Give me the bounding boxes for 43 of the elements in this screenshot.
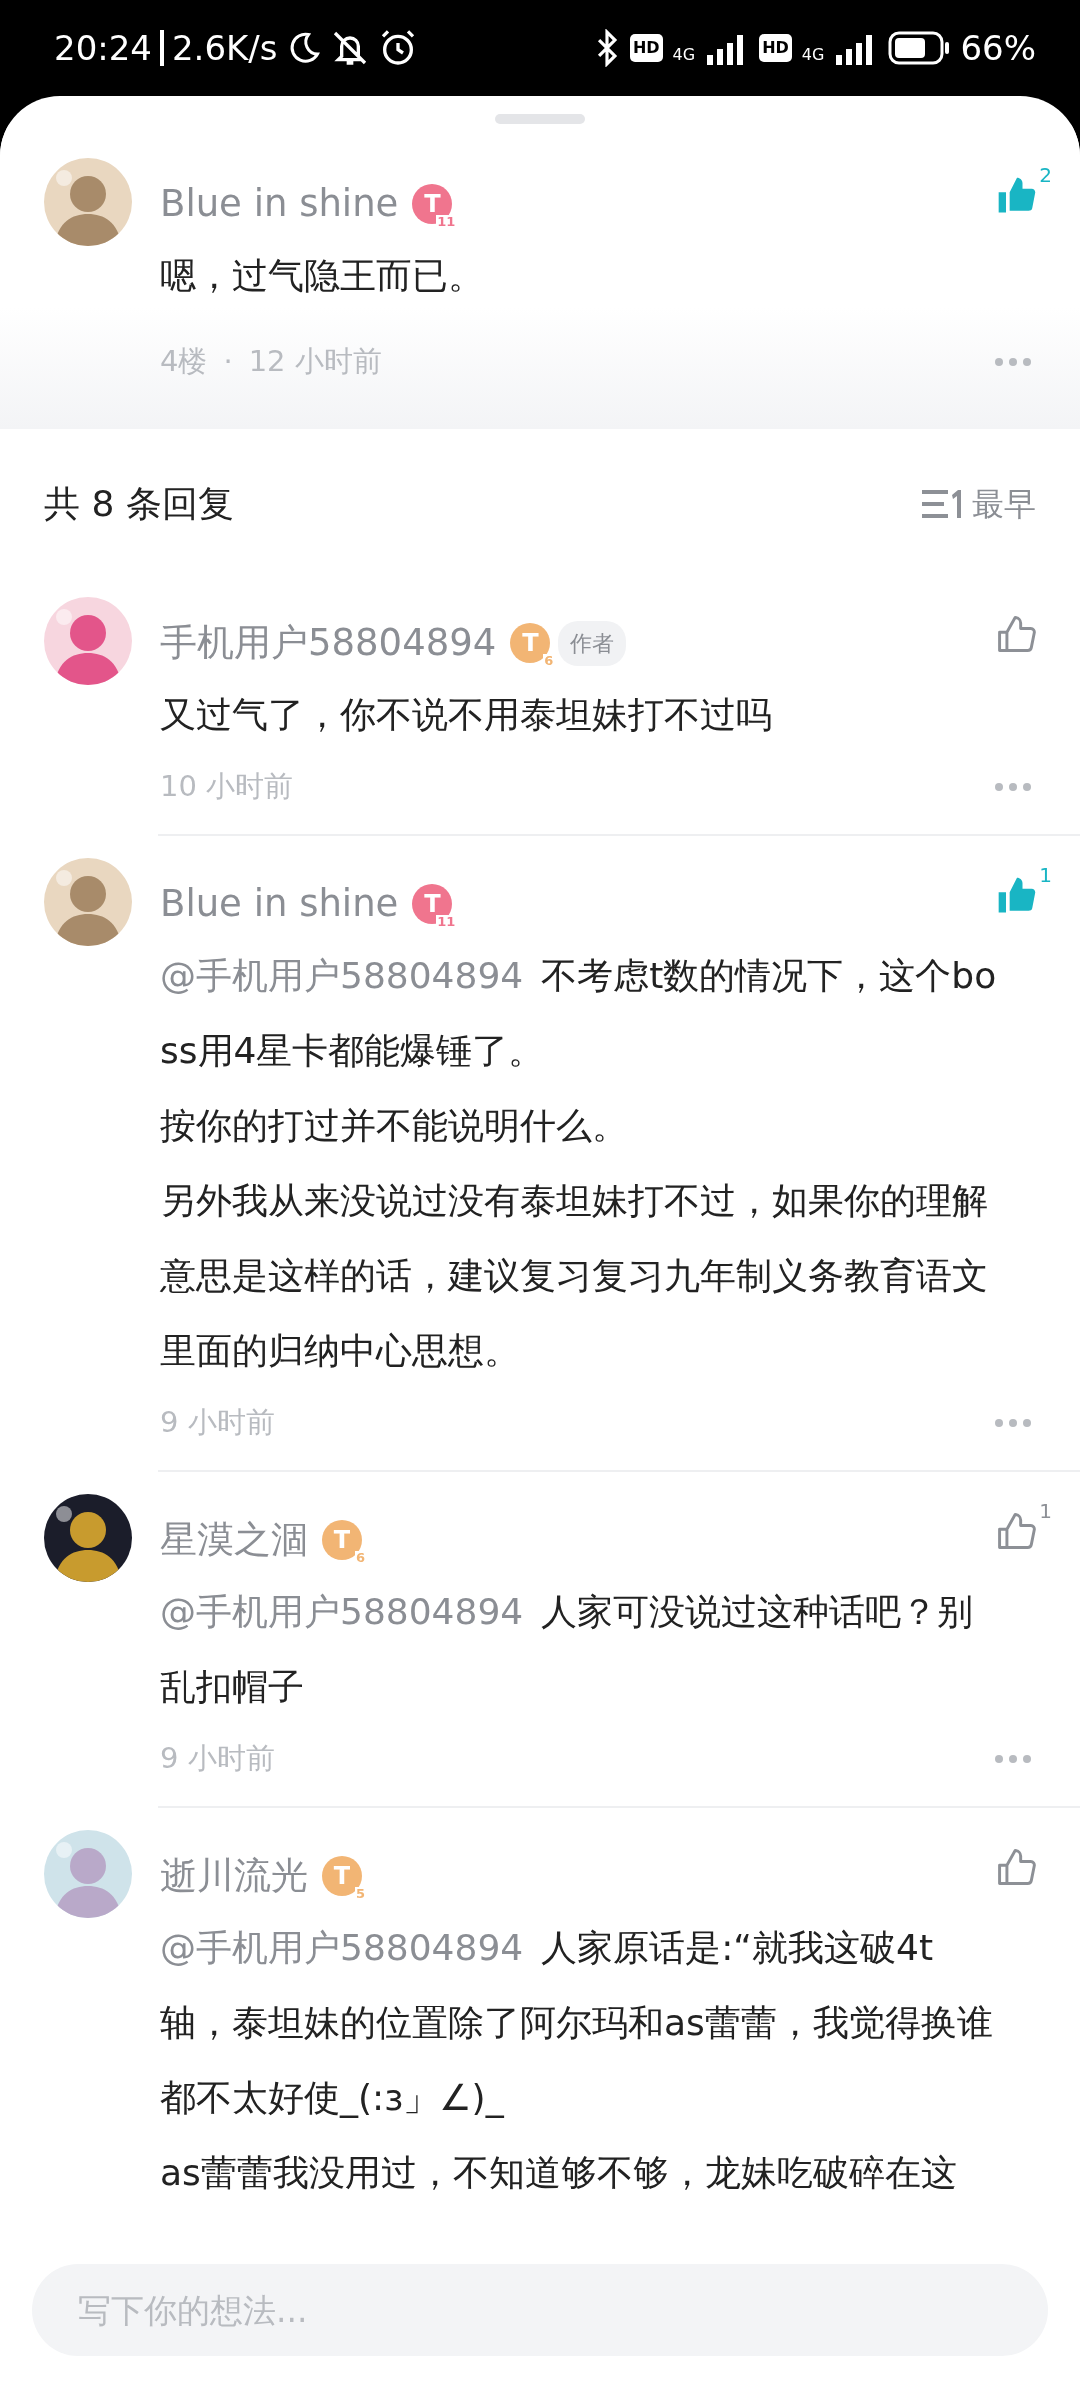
comment-field[interactable]: 写下你的想法... [32,2264,1048,2356]
battery-percent: 66% [960,26,1036,70]
comment-text: @手机用户58804894 人家可没说过这种话吧？别乱扣帽子 [160,1590,975,1709]
sort-button[interactable]: 最早 [922,480,1036,528]
floor-number: 4楼 [160,343,208,381]
post-time: 9 小时前 [160,1740,275,1778]
comment-text: as蕾蕾我没用过，不知道够不够，龙妹吃破碎在这 [160,2151,958,2195]
username[interactable]: 逝川流光 [160,1848,308,1904]
network-type: 4G [672,43,696,66]
post-time: 10 小时前 [160,768,294,806]
sort-icon [922,487,964,521]
post-time: 9 小时前 [160,1404,275,1442]
like-button[interactable]: 1 [980,859,1054,933]
network-speed: 2.6K/s [172,26,278,70]
mention-link[interactable]: @手机用户58804894 [160,1927,524,1968]
comment-text: @手机用户58804894 不考虑t数的情况下，这个boss用4星卡都能爆锤了。 [160,954,998,1073]
username[interactable]: 手机用户58804894 [160,615,497,671]
comment-text: 另外我从来没说过没有泰坦妹打不过，如果你的理解意思是这样的话，建议复习复习九年制义务教育语文里面的归纳中心思想。 [160,1179,989,1373]
separator-dot: · [223,343,233,381]
more-icon [994,357,1032,367]
drag-handle[interactable] [495,114,585,124]
mention-link[interactable]: @手机用户58804894 [160,1591,524,1632]
network-type: 4G [801,43,825,66]
post-time: 12 小时前 [248,343,382,381]
username[interactable]: Blue in shine [160,876,399,932]
more-icon [994,1418,1032,1428]
separator-bar [160,30,164,66]
battery-icon [888,31,951,65]
replies-count: 共 8 条回复 [44,482,234,526]
clock-time: 20:24 [54,26,152,70]
username[interactable]: Blue in shine [160,176,399,232]
more-icon [994,782,1032,792]
like-button[interactable]: 1 [980,1495,1054,1569]
hd-badge: HD [759,34,792,62]
hd-badge: HD [629,34,663,62]
mention-link[interactable]: @手机用户58804894 [160,955,524,996]
comment-text: 又过气了，你不说不用泰坦妹打不过吗 [160,693,773,737]
comment-text: 按你的打过并不能说明什么。 [160,1104,629,1148]
comment-text: 嗯，过气隐王而已。 [160,254,485,298]
like-button[interactable]: 2 [980,159,1054,233]
username[interactable]: 星漠之涸 [160,1512,308,1568]
author-tag: 作者 [558,620,627,666]
more-icon [994,1754,1032,1764]
